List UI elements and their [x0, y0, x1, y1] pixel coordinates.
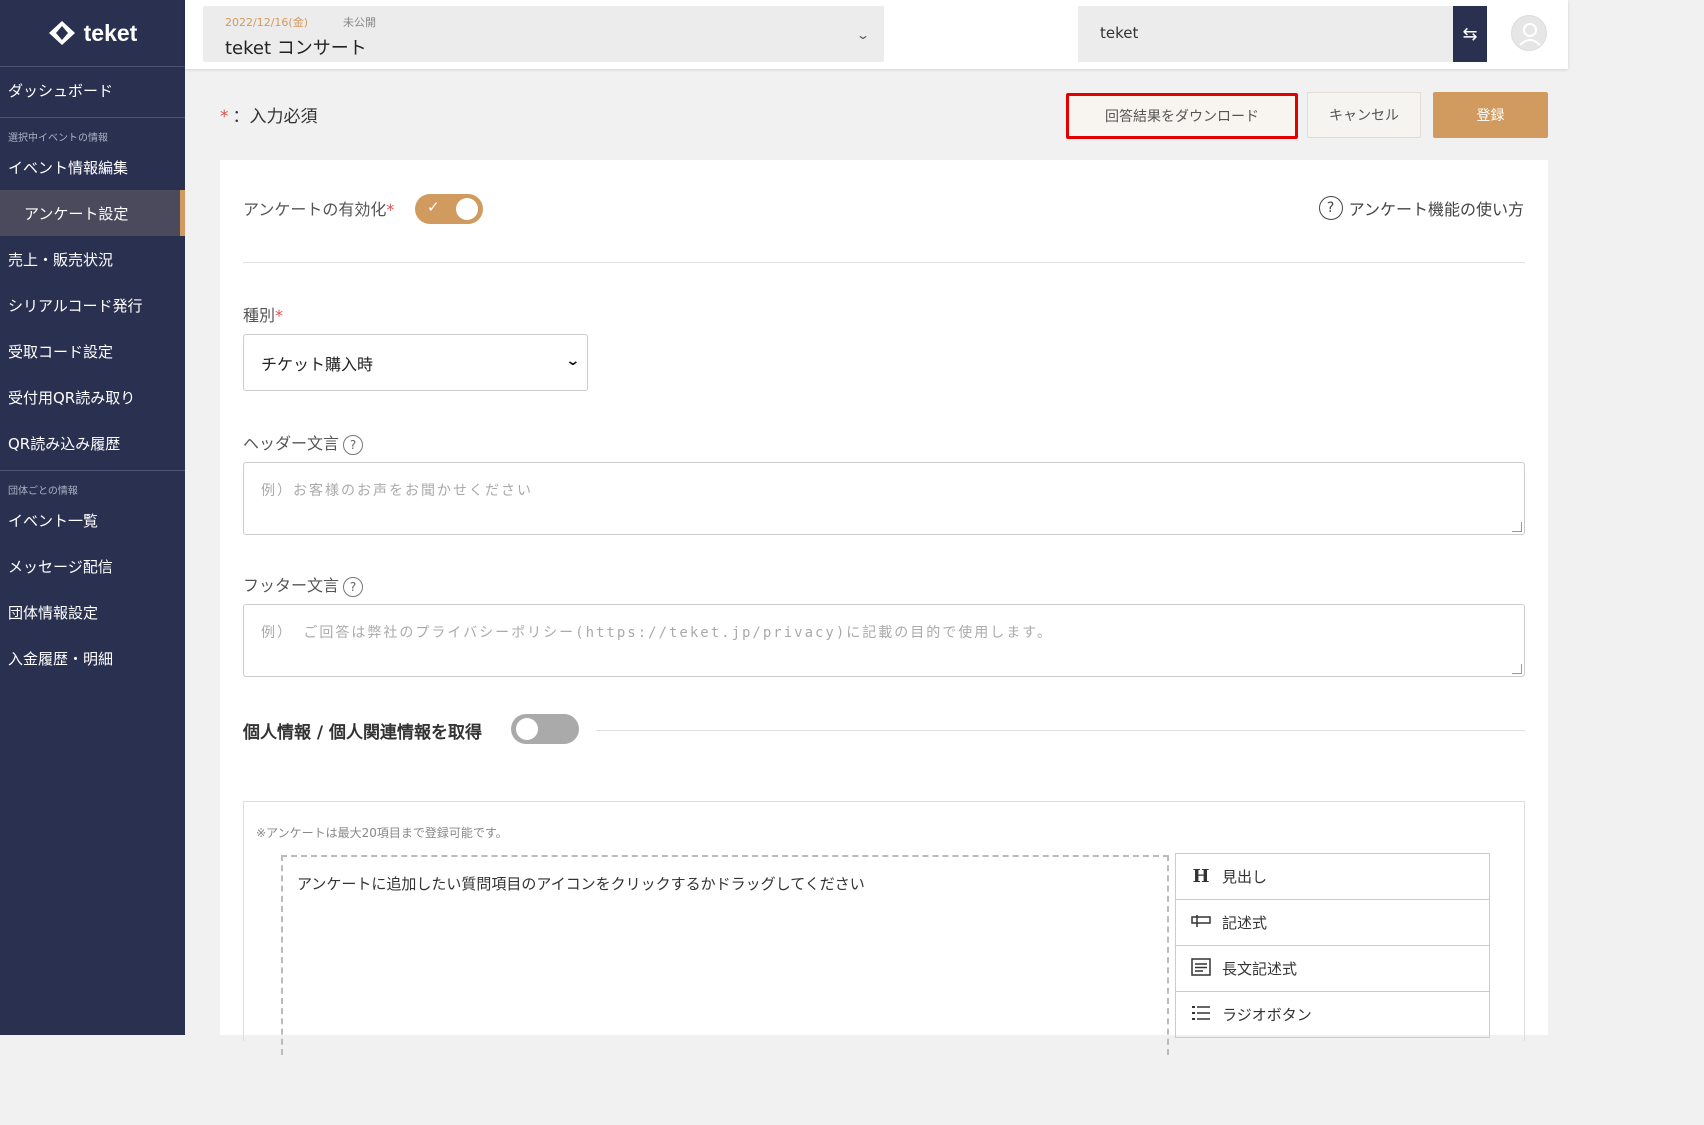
required-note-text: ：入力必須 [232, 107, 318, 127]
user-icon [1519, 23, 1541, 46]
question-dropzone[interactable]: アンケートに追加したい質問項目のアイコンをクリックするかドラッグしてください [281, 855, 1169, 1055]
header-text-label-text: ヘッダー文言 [243, 434, 340, 453]
resize-handle-icon[interactable] [1512, 522, 1522, 532]
header-text-placeholder: 例）お客様のお声をお聞かせください [261, 483, 533, 499]
type-label: 種別* [243, 302, 283, 326]
enable-survey-label-text: アンケートの有効化 [243, 200, 387, 219]
palette-item-label: ラジオボタン [1222, 1006, 1312, 1024]
sidebar-item-survey-settings[interactable]: アンケート設定 [0, 190, 185, 236]
org-display: teket [1078, 6, 1453, 62]
sidebar-item-sales[interactable]: 売上・販売状況 [0, 236, 185, 282]
palette-item-radio[interactable]: ラジオボタン [1176, 992, 1489, 1038]
event-status: 未公開 [343, 16, 376, 29]
footer-text-placeholder: 例） ご回答は弊社のプライバシーポリシー(https://teket.jp/pr… [261, 625, 1053, 641]
event-selector[interactable]: 2022/12/16(金) 未公開 teket コンサート ⌄ [203, 6, 884, 62]
footer-text-label-text: フッター文言 [243, 576, 340, 595]
long-text-icon [1190, 957, 1212, 980]
sidebar-item-serial-code[interactable]: シリアルコード発行 [0, 282, 185, 328]
download-results-button[interactable]: 回答結果をダウンロード [1066, 93, 1298, 139]
divider [243, 262, 1525, 263]
footer-text-label: フッター文言? [243, 572, 364, 597]
sidebar-item-org-settings[interactable]: 団体情報設定 [0, 589, 185, 635]
type-label-text: 種別 [243, 306, 276, 325]
question-circle-icon: ? [1318, 196, 1343, 220]
heading-icon: H [1192, 866, 1210, 887]
sidebar-item-event-list[interactable]: イベント一覧 [0, 497, 185, 543]
personal-info-toggle[interactable] [511, 714, 579, 744]
toggle-knob [516, 718, 538, 740]
sidebar-divider [0, 470, 185, 471]
event-title: teket コンサート [225, 38, 367, 59]
logo[interactable]: teket [0, 0, 185, 67]
palette-item-label: 記述式 [1222, 914, 1268, 932]
dropzone-text: アンケートに追加したい質問項目のアイコンをクリックするかドラッグしてください [297, 875, 865, 893]
required-asterisk: * [386, 200, 395, 219]
org-name: teket [1100, 24, 1139, 42]
palette-item-label: 見出し [1222, 868, 1268, 886]
chevron-down-icon: ⌄ [565, 353, 581, 369]
sidebar-item-event-edit[interactable]: イベント情報編集 [0, 144, 185, 190]
palette-item-heading[interactable]: H 見出し [1176, 854, 1489, 900]
sidebar-item-receive-code[interactable]: 受取コード設定 [0, 328, 185, 374]
sidebar-item-dashboard[interactable]: ダッシュボード [0, 67, 185, 113]
personal-info-label: 個人情報 / 個人関連情報を取得 [243, 723, 483, 743]
header-text-input[interactable]: 例）お客様のお声をお聞かせください [243, 462, 1525, 535]
avatar[interactable] [1511, 15, 1547, 51]
type-select-value: チケット購入時 [261, 354, 374, 374]
short-text-icon [1190, 913, 1212, 932]
sidebar: teket ダッシュボード 選択中イベントの情報 イベント情報編集 アンケート設… [0, 0, 185, 1035]
palette-item-label: 長文記述式 [1222, 960, 1298, 978]
radio-list-icon [1190, 1004, 1212, 1026]
toggle-knob [456, 198, 478, 220]
sidebar-divider [0, 117, 185, 118]
sidebar-item-qr-history[interactable]: QR読み込み履歴 [0, 420, 185, 466]
required-note: * ：入力必須 [220, 102, 318, 127]
required-asterisk: * [220, 107, 229, 127]
switch-org-button[interactable]: ⇆ [1453, 6, 1487, 62]
enable-survey-label: アンケートの有効化* [243, 196, 394, 220]
resize-handle-icon[interactable] [1512, 664, 1522, 674]
sidebar-section-event: 選択中イベントの情報 [8, 133, 108, 144]
top-bar: 2022/12/16(金) 未公開 teket コンサート ⌄ teket ⇆ [185, 0, 1568, 69]
swap-icon: ⇆ [1462, 23, 1478, 45]
sidebar-item-messages[interactable]: メッセージ配信 [0, 543, 185, 589]
survey-form-card: アンケートの有効化* ✓ ? アンケート機能の使い方 種別* チケット購入時 ⌄… [220, 160, 1548, 1055]
sidebar-section-org: 団体ごとの情報 [8, 486, 78, 497]
register-button[interactable]: 登録 [1433, 92, 1548, 138]
survey-help-link[interactable]: ? アンケート機能の使い方 [1318, 196, 1524, 220]
cancel-button[interactable]: キャンセル [1307, 92, 1421, 138]
required-asterisk: * [275, 306, 284, 325]
header-text-label: ヘッダー文言? [243, 430, 364, 455]
check-icon: ✓ [427, 198, 440, 216]
teket-logo-icon [48, 21, 75, 45]
chevron-down-icon: ⌄ [855, 28, 871, 42]
question-circle-icon[interactable]: ? [343, 434, 364, 455]
survey-help-link-text: アンケート機能の使い方 [1348, 200, 1524, 219]
divider [596, 730, 1525, 731]
sidebar-item-qr-reader[interactable]: 受付用QR読み取り [0, 374, 185, 420]
question-type-palette: H 見出し 記述式 長文記述式 ラジオボタン [1175, 853, 1490, 1038]
footer-text-input[interactable]: 例） ご回答は弊社のプライバシーポリシー(https://teket.jp/pr… [243, 604, 1525, 677]
sidebar-item-payments[interactable]: 入金履歴・明細 [0, 635, 185, 681]
builder-note: ※アンケートは最大20項目まで登録可能です。 [256, 826, 508, 840]
palette-item-long-text[interactable]: 長文記述式 [1176, 946, 1489, 992]
palette-item-short-text[interactable]: 記述式 [1176, 900, 1489, 946]
enable-survey-toggle[interactable]: ✓ [415, 194, 483, 224]
event-date: 2022/12/16(金) [225, 16, 308, 29]
type-select[interactable]: チケット購入時 ⌄ [243, 334, 588, 391]
logo-text: teket [83, 19, 138, 46]
question-circle-icon[interactable]: ? [343, 576, 364, 597]
question-builder: ※アンケートは最大20項目まで登録可能です。 アンケートに追加したい質問項目のア… [243, 801, 1525, 1055]
